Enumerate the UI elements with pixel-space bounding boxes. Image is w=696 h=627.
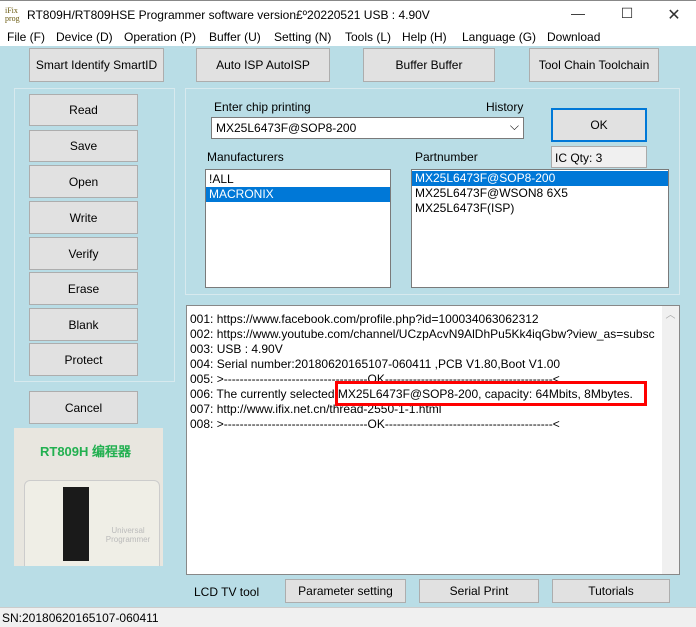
- list-item[interactable]: MX25L6473F(ISP): [412, 201, 668, 216]
- manufacturers-label: Manufacturers: [207, 150, 284, 164]
- scrollbar[interactable]: ︿: [662, 306, 679, 574]
- chevron-down-icon[interactable]: ⌵: [510, 119, 519, 134]
- serial-status: SN:20180620165107-060411: [2, 611, 159, 625]
- verify-button[interactable]: Verify: [29, 237, 138, 270]
- log-line: 001: https://www.facebook.com/profile.ph…: [190, 312, 539, 326]
- log-line: 004: Serial number:20180620165107-060411…: [190, 357, 561, 371]
- lcd-tv-tool-label[interactable]: LCD TV tool: [194, 585, 259, 599]
- parameter-setting-tab[interactable]: Parameter setting: [285, 579, 406, 603]
- manufacturers-list[interactable]: !ALL MACRONIX: [205, 169, 391, 288]
- buffer-button[interactable]: Buffer Buffer: [363, 48, 495, 82]
- menu-device[interactable]: Device (D): [56, 30, 113, 44]
- menu-file[interactable]: File (F): [7, 30, 45, 44]
- ic-qty: IC Qty: 3: [551, 146, 647, 168]
- save-button[interactable]: Save: [29, 130, 138, 162]
- maximize-button[interactable]: ☐: [612, 5, 642, 25]
- minimize-button[interactable]: —: [563, 5, 593, 25]
- log-line: 002: https://www.youtube.com/channel/UCz…: [190, 327, 655, 341]
- window-title: RT809H/RT809HSE Programmer software vers…: [27, 8, 430, 22]
- read-button[interactable]: Read: [29, 94, 138, 126]
- product-caption: RT809H 编程器: [40, 444, 132, 459]
- log-output[interactable]: 001: https://www.facebook.com/profile.ph…: [186, 305, 680, 575]
- history-label[interactable]: History: [486, 100, 523, 114]
- open-button[interactable]: Open: [29, 165, 138, 198]
- programmer-device: Universal Programmer: [24, 480, 160, 566]
- write-button[interactable]: Write: [29, 201, 138, 234]
- product-image: RT809H 编程器 Universal Programmer: [14, 428, 163, 566]
- list-item[interactable]: MX25L6473F@WSON8 6X5: [412, 186, 668, 201]
- tutorials-tab[interactable]: Tutorials: [552, 579, 670, 603]
- toolchain-button[interactable]: Tool Chain Toolchain: [529, 48, 659, 82]
- partnumber-list[interactable]: MX25L6473F@SOP8-200 MX25L6473F@WSON8 6X5…: [411, 169, 669, 288]
- menu-bar: File (F) Device (D) Operation (P) Buffer…: [0, 28, 696, 46]
- menu-setting[interactable]: Setting (N): [274, 30, 331, 44]
- zif-socket-icon: [63, 487, 89, 561]
- serial-print-tab[interactable]: Serial Print: [419, 579, 539, 603]
- erase-button[interactable]: Erase: [29, 272, 138, 305]
- app-logo-icon: iFix prog: [5, 6, 20, 23]
- blank-button[interactable]: Blank: [29, 308, 138, 341]
- menu-tools[interactable]: Tools (L): [345, 30, 391, 44]
- menu-language[interactable]: Language (G): [462, 30, 536, 44]
- menu-buffer[interactable]: Buffer (U): [209, 30, 261, 44]
- log-line: 008: >----------------------------------…: [190, 417, 560, 431]
- cancel-button[interactable]: Cancel: [29, 391, 138, 424]
- list-item[interactable]: MACRONIX: [206, 187, 390, 202]
- title-bar: iFix prog RT809H/RT809HSE Programmer soft…: [0, 0, 696, 28]
- menu-operation[interactable]: Operation (P): [124, 30, 196, 44]
- close-button[interactable]: ✕: [659, 5, 689, 25]
- highlight-box: [335, 381, 647, 406]
- protect-button[interactable]: Protect: [29, 343, 138, 376]
- partnumber-label: Partnumber: [415, 150, 478, 164]
- status-bar: SN:20180620165107-060411: [0, 607, 696, 627]
- chip-input[interactable]: MX25L6473F@SOP8-200 ⌵: [211, 117, 524, 139]
- list-item[interactable]: MX25L6473F@SOP8-200: [412, 171, 668, 186]
- list-item[interactable]: !ALL: [206, 172, 390, 187]
- chip-input-value: MX25L6473F@SOP8-200: [216, 121, 357, 135]
- menu-help[interactable]: Help (H): [402, 30, 447, 44]
- menu-download[interactable]: Download: [547, 30, 600, 44]
- chip-label: Enter chip printing: [214, 100, 311, 114]
- log-line: 003: USB : 4.90V: [190, 342, 283, 356]
- ok-button[interactable]: OK: [551, 108, 647, 142]
- auto-isp-button[interactable]: Auto ISP AutoISP: [196, 48, 330, 82]
- smart-identify-button[interactable]: Smart Identify SmartID: [29, 48, 164, 82]
- device-label: Universal Programmer: [105, 526, 151, 544]
